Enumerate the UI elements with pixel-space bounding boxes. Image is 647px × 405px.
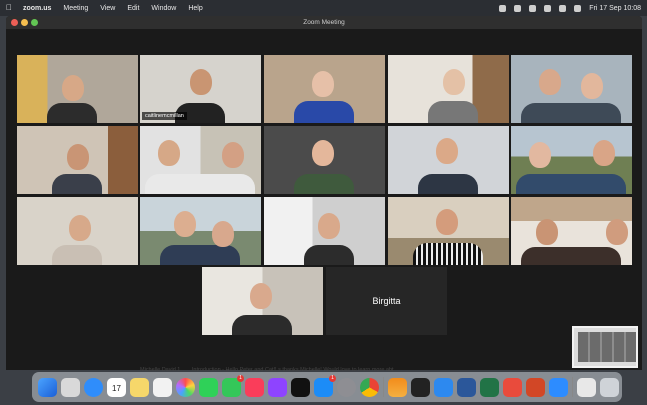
minimize-button[interactable] (21, 19, 28, 26)
app-store-badge: 1 (329, 374, 336, 382)
participant-name-label: Birgitta (372, 296, 401, 306)
menu-edit[interactable]: Edit (127, 5, 139, 12)
notes-icon[interactable] (130, 377, 149, 397)
dock-separator (383, 377, 384, 397)
zoom-window: Zoom Meeting caitlinemcmillan Birgitta (6, 16, 642, 370)
podcasts-icon[interactable] (268, 377, 287, 397)
wifi-icon[interactable] (544, 4, 552, 12)
video-tile[interactable] (140, 197, 261, 265)
excel-icon[interactable] (480, 377, 499, 397)
video-tile[interactable] (17, 126, 138, 194)
powerpoint-icon[interactable] (526, 377, 545, 397)
reminders-icon[interactable] (153, 377, 172, 397)
dock: 17 1 1 (32, 372, 622, 402)
menu-clock[interactable]: Fri 17 Sep 10:08 (589, 5, 641, 12)
apple-menu-icon[interactable]:  (6, 4, 14, 12)
menu-meeting[interactable]: Meeting (63, 5, 88, 12)
menu-app-name[interactable]: zoom.us (23, 5, 51, 12)
video-tile[interactable] (388, 55, 509, 123)
menu-view[interactable]: View (100, 5, 115, 12)
video-tile[interactable] (264, 55, 385, 123)
status-icon-2[interactable] (514, 4, 522, 12)
video-tile[interactable] (202, 267, 323, 335)
facetime-icon[interactable] (199, 377, 218, 397)
video-tile[interactable] (140, 126, 261, 194)
participant-name-label: caitlinemcmillan (142, 112, 187, 120)
chrome-icon[interactable] (360, 377, 379, 397)
video-tile[interactable] (264, 197, 385, 265)
terminal-icon[interactable] (411, 377, 430, 397)
zoom-icon[interactable] (549, 377, 568, 397)
calendar-day: 17 (112, 383, 121, 393)
menu-help[interactable]: Help (188, 5, 202, 12)
menu-window[interactable]: Window (151, 5, 176, 12)
messages-badge: 1 (237, 374, 244, 382)
messages-icon[interactable]: 1 (222, 374, 244, 397)
status-icon-1[interactable] (499, 4, 507, 12)
window-title: Zoom Meeting (303, 19, 345, 26)
close-button[interactable] (11, 19, 18, 26)
video-tile[interactable] (17, 55, 138, 123)
video-tile[interactable] (511, 126, 632, 194)
video-tile[interactable] (388, 197, 509, 265)
network-icon[interactable] (434, 377, 453, 397)
photos-icon[interactable] (176, 377, 195, 397)
menu-bar:  zoom.us Meeting View Edit Window Help … (0, 0, 647, 16)
window-titlebar: Zoom Meeting (6, 16, 642, 29)
finder-icon[interactable] (38, 377, 57, 397)
news-icon[interactable] (503, 377, 522, 397)
vlc-icon[interactable] (388, 377, 407, 397)
music-icon[interactable] (245, 377, 264, 397)
safari-icon[interactable] (84, 377, 103, 397)
search-icon[interactable] (559, 4, 567, 12)
system-preferences-icon[interactable] (337, 377, 356, 397)
apple-tv-icon[interactable] (291, 377, 310, 397)
launchpad-icon[interactable] (61, 377, 80, 397)
word-icon[interactable] (457, 377, 476, 397)
video-tile[interactable] (264, 126, 385, 194)
gallery-preview (578, 332, 636, 362)
downloads-folder-icon[interactable] (577, 377, 596, 397)
calendar-icon[interactable]: 17 (107, 377, 126, 397)
video-tile[interactable] (388, 126, 509, 194)
video-tile[interactable] (511, 197, 632, 265)
trash-icon[interactable] (600, 377, 619, 397)
control-center-icon[interactable] (574, 4, 582, 12)
video-tile-active-speaker[interactable]: caitlinemcmillan (140, 55, 261, 123)
dock-separator (572, 377, 573, 397)
video-tile[interactable] (511, 55, 632, 123)
participant-name-tile[interactable]: Birgitta (326, 267, 447, 335)
status-icon-3[interactable] (529, 4, 537, 12)
app-store-icon[interactable]: 1 (314, 374, 336, 397)
maximize-button[interactable] (31, 19, 38, 26)
video-tile[interactable] (17, 197, 138, 265)
self-view-thumbnail[interactable] (572, 326, 638, 368)
